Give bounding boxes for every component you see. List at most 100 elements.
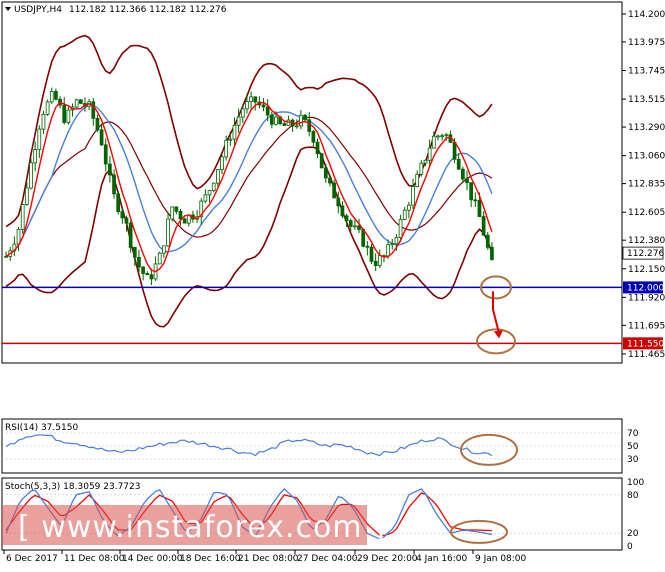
- watermark-text: [ www.instaforex.com ]: [18, 510, 386, 545]
- candle-body: [415, 173, 420, 188]
- candle-body: [390, 243, 395, 246]
- time-tick-label: 27 Dec 04:00: [297, 554, 358, 564]
- candle-body: [411, 186, 415, 206]
- candle-body: [311, 131, 316, 143]
- candle-body: [369, 246, 374, 262]
- candle-body: [440, 135, 444, 138]
- candle-body: [423, 159, 428, 164]
- target-level-label: 111.550: [627, 339, 664, 349]
- candle-body: [66, 109, 71, 123]
- stoch-tick-label: 100: [627, 478, 644, 488]
- candle-body: [340, 205, 345, 217]
- candle-body: [477, 200, 482, 217]
- candle-body: [141, 266, 145, 274]
- candle-body: [41, 113, 46, 130]
- candle-body: [357, 225, 361, 230]
- candle-body: [274, 116, 278, 125]
- candle-body: [112, 174, 116, 195]
- chart-canvas: [ www.instaforex.com ] 112.000 111.550 114…: [1, 1, 665, 564]
- candle-body: [103, 144, 108, 165]
- candle-body: [377, 255, 382, 267]
- candle-body: [62, 104, 67, 123]
- price-tick-label: 113.515: [628, 95, 665, 105]
- candle-body: [203, 194, 208, 202]
- price-tick-label: 113.060: [628, 152, 665, 162]
- candle-body: [116, 193, 121, 212]
- candle-body: [33, 149, 37, 164]
- candle-body: [170, 206, 175, 220]
- price-tick-label: 114.200: [628, 10, 665, 20]
- candle-body: [182, 218, 187, 224]
- candle-body: [132, 247, 137, 258]
- candle-body: [269, 114, 274, 125]
- candle-body: [145, 273, 150, 276]
- candle-body: [232, 124, 237, 140]
- price-tick-label: 111.465: [628, 350, 665, 360]
- current-price-label: 112.276: [627, 249, 664, 259]
- candle-body: [99, 129, 104, 146]
- candle-body: [365, 245, 370, 248]
- candle-body: [49, 91, 54, 103]
- candle-body: [319, 153, 324, 169]
- candle-body: [328, 177, 332, 184]
- candle-body: [461, 168, 465, 180]
- candle-body: [228, 138, 233, 141]
- candle-body: [398, 219, 403, 239]
- time-tick-label: 11 Dec 08:00: [64, 554, 125, 564]
- candle-body: [174, 206, 179, 212]
- candle-body: [95, 117, 100, 131]
- candle-body: [108, 163, 112, 176]
- candle-body: [344, 215, 349, 222]
- candle-body: [253, 96, 258, 103]
- candle-body: [473, 199, 478, 202]
- candle-body: [124, 217, 129, 224]
- candle-body: [24, 187, 29, 205]
- time-tick-label: 9 Jan 08:00: [475, 554, 527, 564]
- candle-body: [465, 178, 469, 184]
- candle-body: [431, 135, 436, 149]
- candle-body: [149, 274, 154, 280]
- time-tick-label: 29 Dec 20:00: [357, 554, 418, 564]
- price-tick-label: 112.605: [628, 208, 665, 218]
- price-tick-label: 112.150: [628, 265, 665, 275]
- candle-body: [419, 162, 424, 175]
- candle-body: [29, 162, 33, 189]
- price-tick-label: 113.290: [628, 123, 665, 133]
- candle-body: [407, 204, 411, 211]
- time-tick-label: 18 Dec 16:00: [180, 554, 241, 564]
- candle-body: [74, 99, 79, 108]
- candle-body: [265, 106, 270, 116]
- rsi-tick-label: 50: [627, 442, 639, 452]
- time-tick-label: 21 Dec 08:00: [238, 554, 299, 564]
- candle-body: [261, 104, 266, 108]
- price-tick-label: 112.835: [628, 180, 665, 190]
- candle-body: [207, 190, 212, 196]
- candle-body: [490, 246, 494, 260]
- candle-body: [307, 119, 312, 132]
- ohlc-label: 112.182 112.366 112.182 112.276: [69, 5, 227, 15]
- candle-body: [120, 211, 125, 219]
- candle-body: [294, 125, 299, 128]
- candle-body: [37, 128, 42, 150]
- candle-body: [162, 245, 166, 254]
- candle-body: [386, 244, 390, 257]
- rsi-tick-label: 30: [627, 455, 639, 465]
- candle-body: [456, 158, 461, 170]
- stoch-tick-label: 80: [627, 491, 639, 501]
- candle-body: [427, 147, 432, 161]
- candle-body: [402, 209, 407, 220]
- candle-body: [323, 167, 328, 179]
- candle-body: [178, 210, 183, 220]
- candle-body: [166, 218, 170, 247]
- candle-body: [353, 225, 357, 228]
- candle-body: [54, 91, 58, 100]
- symbol-label: USDJPY,H4: [14, 5, 62, 15]
- candle-body: [373, 260, 378, 267]
- candle-body: [45, 101, 50, 115]
- main-panel-frame: [1, 1, 623, 364]
- candle-body: [469, 182, 474, 201]
- candle-body: [78, 99, 83, 104]
- candle-body: [315, 141, 320, 155]
- stoch-tick-label: 0: [627, 542, 633, 552]
- candle-body: [236, 116, 241, 126]
